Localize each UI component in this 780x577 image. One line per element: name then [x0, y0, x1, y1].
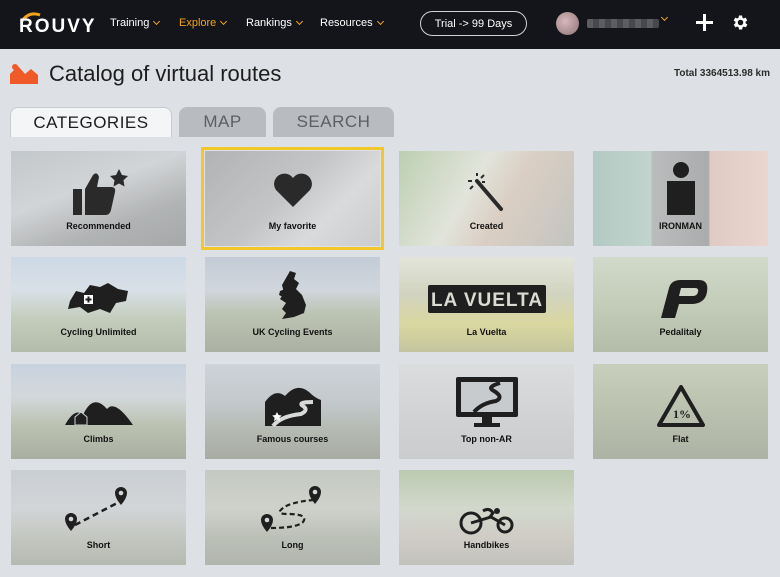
road-star-icon — [264, 387, 321, 428]
nav-resources[interactable]: Resources — [320, 17, 384, 29]
heart-icon — [273, 173, 312, 207]
rouvy-logo[interactable]: ROUVY — [19, 12, 95, 37]
image-landscape-icon — [10, 64, 38, 84]
avatar[interactable] — [556, 12, 579, 35]
category-label: Climbs — [83, 434, 114, 444]
category-label: Handbikes — [463, 540, 510, 550]
category-label: Pedalitaly — [659, 327, 702, 337]
la-vuelta-logo-icon: LA VUELTA — [427, 285, 546, 313]
nav-training-label: Training — [110, 17, 150, 29]
pedalitaly-logo-icon — [660, 280, 707, 318]
switzerland-map-icon — [67, 283, 128, 313]
chevron-down-icon — [153, 17, 161, 26]
category-card-ironman[interactable]: IRONMAN — [593, 151, 768, 246]
top-navigation-bar: ROUVY Training Explore Rankings Resource… — [0, 0, 780, 49]
category-label: Top non-AR — [461, 434, 512, 444]
category-label: My favorite — [268, 221, 317, 231]
category-card-recommended[interactable]: Recommended — [11, 151, 186, 246]
category-card-created[interactable]: Created — [399, 151, 574, 246]
nav-rankings[interactable]: Rankings — [246, 17, 303, 29]
svg-text:1%: 1% — [673, 407, 691, 421]
username-blurred[interactable] — [587, 19, 659, 28]
tab-categories[interactable]: CATEGORIES — [10, 107, 172, 137]
chevron-down-icon — [220, 17, 228, 26]
handbike-icon — [459, 507, 513, 535]
category-label: UK Cycling Events — [252, 327, 333, 337]
logo-text: ROUVY — [19, 16, 97, 37]
page-title: Catalog of virtual routes — [49, 61, 282, 86]
category-card-pedalitaly[interactable]: Pedalitaly — [593, 257, 768, 352]
magic-wand-icon — [467, 173, 503, 211]
category-card-uk-cycling-events[interactable]: UK Cycling Events — [205, 257, 380, 352]
chevron-down-icon — [376, 17, 384, 26]
short-route-icon — [64, 487, 127, 531]
category-card-my-favorite[interactable]: My favorite — [201, 147, 384, 250]
category-label: Cycling Unlimited — [60, 327, 137, 337]
category-card-top-non-ar[interactable]: Top non-AR — [399, 364, 574, 459]
category-label: Recommended — [66, 221, 131, 231]
chevron-down-icon — [295, 17, 303, 26]
nav-explore-label: Explore — [179, 17, 217, 29]
category-card-climbs[interactable]: Climbs — [11, 364, 186, 459]
category-label: Famous courses — [256, 434, 329, 444]
category-card-long[interactable]: Long — [205, 470, 380, 565]
category-label: Created — [469, 221, 504, 231]
nav-resources-label: Resources — [320, 17, 373, 29]
tab-search[interactable]: SEARCH — [273, 107, 394, 137]
ironman-logo-icon — [666, 162, 695, 215]
tab-map[interactable]: MAP — [179, 107, 266, 137]
category-card-short[interactable]: Short — [11, 470, 186, 565]
total-distance: Total 3364513.98 km — [674, 68, 770, 79]
category-label: Short — [86, 540, 111, 550]
thumbs-up-star-icon — [72, 169, 128, 215]
category-label: Long — [281, 540, 304, 550]
category-card-cycling-unlimited[interactable]: Cycling Unlimited — [11, 257, 186, 352]
uk-map-icon — [278, 271, 306, 319]
category-label: Flat — [672, 434, 689, 444]
gear-icon[interactable] — [731, 13, 750, 32]
category-card-la-vuelta[interactable]: LA VUELTA La Vuelta — [399, 257, 574, 352]
nav-training[interactable]: Training — [110, 17, 161, 29]
trial-button[interactable]: Trial -> 99 Days — [420, 11, 527, 36]
mountains-icon — [64, 402, 133, 425]
category-card-famous-courses[interactable]: Famous courses — [205, 364, 380, 459]
grade-sign-icon: 1% — [656, 385, 705, 427]
long-route-icon — [260, 486, 321, 532]
category-label: IRONMAN — [659, 221, 702, 231]
chevron-down-icon[interactable] — [660, 13, 669, 22]
category-label: La Vuelta — [466, 327, 507, 337]
category-card-flat[interactable]: 1% Flat — [593, 364, 768, 459]
category-card-handbikes[interactable]: Handbikes — [399, 470, 574, 565]
nav-rankings-label: Rankings — [246, 17, 292, 29]
nav-explore[interactable]: Explore — [179, 17, 228, 29]
plus-icon[interactable] — [696, 14, 713, 31]
monitor-road-icon — [455, 377, 518, 427]
svg-text:LA VUELTA: LA VUELTA — [430, 290, 542, 311]
